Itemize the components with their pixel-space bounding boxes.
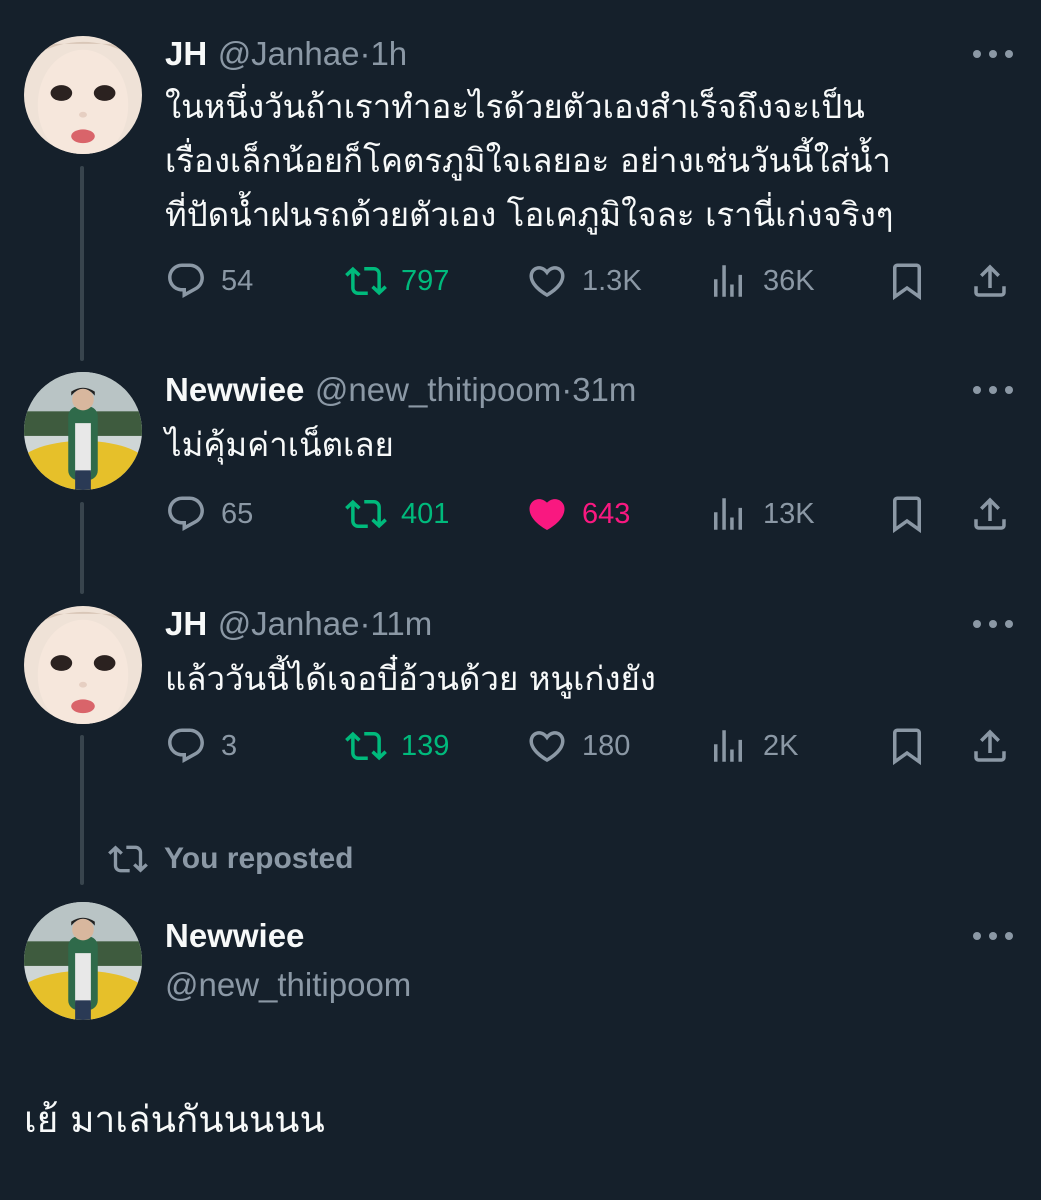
handle[interactable]: @new_thitipoom bbox=[315, 371, 561, 408]
repost-button[interactable]: 401 bbox=[345, 489, 449, 539]
repost-count: 139 bbox=[401, 729, 450, 762]
action-bar: 65 401 643 13K bbox=[0, 489, 1041, 539]
separator: · bbox=[359, 35, 371, 72]
bookmark-icon bbox=[886, 725, 928, 767]
views-icon bbox=[707, 725, 749, 767]
handle[interactable]: @new_thitipoom bbox=[165, 966, 411, 1004]
repost-button[interactable]: 139 bbox=[345, 721, 449, 771]
display-name[interactable]: Newwiee bbox=[165, 917, 304, 954]
like-count: 180 bbox=[582, 729, 631, 762]
tweet-header: JH @Janhae·1h bbox=[165, 34, 407, 74]
share-button[interactable] bbox=[969, 256, 1025, 306]
repost-note-label: You reposted bbox=[164, 842, 354, 875]
like-button[interactable]: 643 bbox=[526, 489, 630, 539]
avatar[interactable] bbox=[24, 902, 142, 1020]
tweet-text-line: เรื่องเล็กน้อยก็โคตรภูมิใจเลยอะ อย่างเช่… bbox=[165, 141, 891, 180]
tweet-header: JH @Janhae·11m bbox=[165, 604, 432, 644]
views-icon bbox=[707, 493, 749, 535]
like-icon bbox=[526, 493, 568, 535]
reply-button[interactable]: 54 bbox=[165, 256, 253, 306]
share-icon bbox=[969, 493, 1011, 535]
more-icon[interactable] bbox=[973, 614, 1013, 634]
handle[interactable]: @Janhae bbox=[218, 35, 360, 72]
repost-count: 401 bbox=[401, 497, 450, 530]
share-button[interactable] bbox=[969, 721, 1025, 771]
reply-button[interactable]: 3 bbox=[165, 721, 237, 771]
tweet-text: แล้ววันนี้ได้เจอบี๋อ้วนด้วย หนูเก่งยัง bbox=[165, 652, 1025, 706]
repost-icon bbox=[345, 260, 387, 302]
tweet-text: เย้ มาเล่นกันนนนน bbox=[24, 1098, 325, 1141]
timestamp[interactable]: 1h bbox=[370, 35, 407, 72]
handle[interactable]: @Janhae bbox=[218, 605, 360, 642]
repost-icon bbox=[345, 725, 387, 767]
share-icon bbox=[969, 725, 1011, 767]
tweet-text-line: แล้ววันนี้ได้เจอบี๋อ้วนด้วย หนูเก่งยัง bbox=[165, 659, 656, 698]
avatar[interactable] bbox=[24, 372, 142, 490]
tweet-text: ไม่คุ้มค่าเน็ตเลย bbox=[165, 418, 1025, 472]
display-name[interactable]: JH bbox=[165, 35, 207, 72]
repost-icon bbox=[345, 493, 387, 535]
more-icon[interactable] bbox=[973, 380, 1013, 400]
separator: · bbox=[359, 605, 371, 642]
action-bar: 54 797 1.3K 36K bbox=[0, 256, 1041, 306]
repost-note: You reposted bbox=[108, 836, 353, 882]
bookmark-icon bbox=[886, 260, 928, 302]
reply-button[interactable]: 65 bbox=[165, 489, 253, 539]
bookmark-button[interactable] bbox=[886, 489, 942, 539]
views-count: 36K bbox=[763, 264, 815, 297]
display-name[interactable]: Newwiee bbox=[165, 371, 304, 408]
bookmark-icon bbox=[886, 493, 928, 535]
views-icon bbox=[707, 260, 749, 302]
like-button[interactable]: 1.3K bbox=[526, 256, 642, 306]
tweet-header: Newwiee bbox=[165, 916, 304, 956]
like-button[interactable]: 180 bbox=[526, 721, 630, 771]
timestamp[interactable]: 11m bbox=[370, 605, 432, 642]
like-count: 1.3K bbox=[582, 264, 642, 297]
display-name[interactable]: JH bbox=[165, 605, 207, 642]
reply-icon bbox=[165, 260, 207, 302]
tweet-text-line: ไม่คุ้มค่าเน็ตเลย bbox=[165, 425, 394, 464]
reply-count: 54 bbox=[221, 264, 254, 297]
views-button[interactable]: 13K bbox=[707, 489, 815, 539]
reply-icon bbox=[165, 725, 207, 767]
timestamp[interactable]: 31m bbox=[572, 371, 636, 408]
repost-icon bbox=[108, 839, 148, 879]
repost-button[interactable]: 797 bbox=[345, 256, 449, 306]
reply-count: 65 bbox=[221, 497, 254, 530]
bookmark-button[interactable] bbox=[886, 721, 942, 771]
like-count: 643 bbox=[582, 497, 631, 530]
avatar[interactable] bbox=[24, 36, 142, 154]
tweet-header: Newwiee @new_thitipoom·31m bbox=[165, 370, 636, 410]
reply-count: 3 bbox=[221, 729, 238, 762]
views-button[interactable]: 36K bbox=[707, 256, 815, 306]
more-icon[interactable] bbox=[973, 926, 1013, 946]
more-icon[interactable] bbox=[973, 44, 1013, 64]
reply-icon bbox=[165, 493, 207, 535]
views-count: 13K bbox=[763, 497, 815, 530]
avatar[interactable] bbox=[24, 606, 142, 724]
share-icon bbox=[969, 260, 1011, 302]
share-button[interactable] bbox=[969, 489, 1025, 539]
action-bar: 3 139 180 2K bbox=[0, 721, 1041, 771]
repost-count: 797 bbox=[401, 264, 450, 297]
like-icon bbox=[526, 725, 568, 767]
like-icon bbox=[526, 260, 568, 302]
bookmark-button[interactable] bbox=[886, 256, 942, 306]
tweet-text-line: ที่ปัดน้ำฝนรถด้วยตัวเอง โอเคภูมิใจละ เรา… bbox=[165, 195, 894, 234]
tweet-text-line: ในหนึ่งวันถ้าเราทำอะไรด้วยตัวเองสำเร็จถึ… bbox=[165, 87, 865, 126]
separator: · bbox=[561, 371, 573, 408]
views-count: 2K bbox=[763, 729, 799, 762]
views-button[interactable]: 2K bbox=[707, 721, 798, 771]
tweet-text: ในหนึ่งวันถ้าเราทำอะไรด้วยตัวเองสำเร็จถึ… bbox=[165, 80, 1025, 242]
